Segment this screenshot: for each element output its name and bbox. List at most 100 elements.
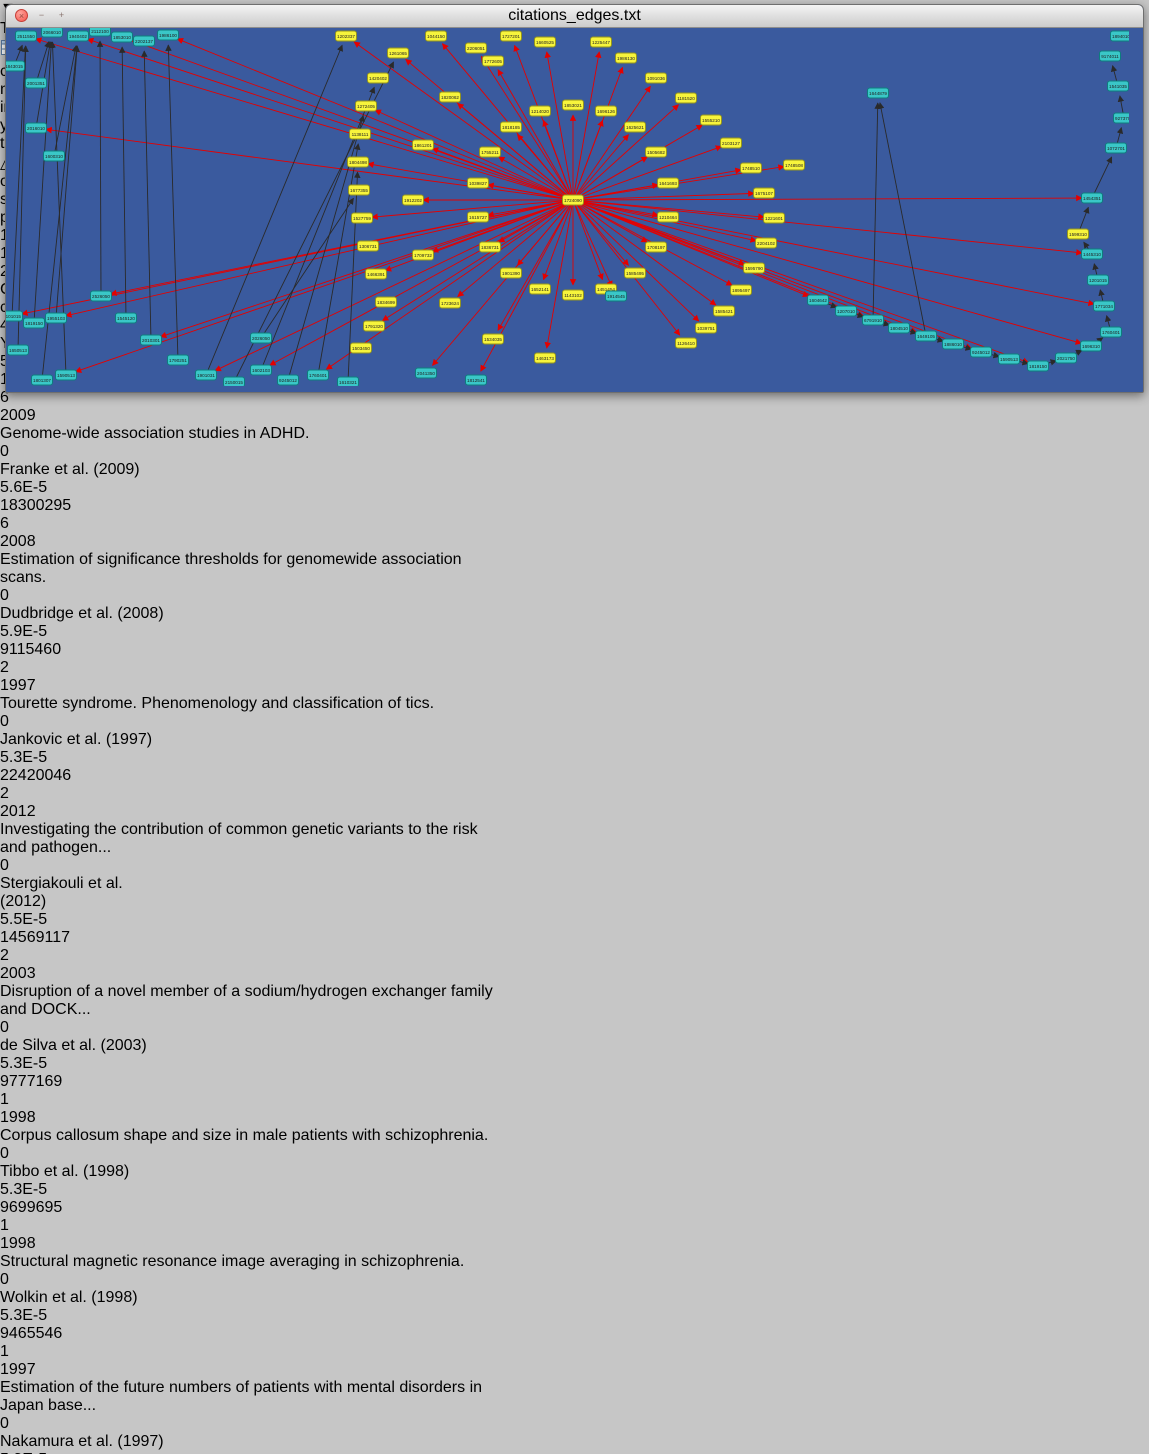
graph-node[interactable]: 1466391 — [366, 269, 387, 279]
graph-node[interactable]: 1604642 — [808, 295, 829, 305]
graph-node[interactable]: 2112100 — [90, 28, 111, 36]
graph-node[interactable]: 2204102 — [756, 238, 777, 248]
graph-node[interactable]: 1771034 — [1094, 301, 1115, 311]
graph-node[interactable]: 1261065 — [388, 48, 409, 58]
graph-node[interactable]: 1181520 — [676, 93, 697, 103]
graph-node[interactable]: 1454351 — [1082, 193, 1103, 203]
graph-node[interactable]: 1126410 — [676, 338, 697, 348]
graph-node[interactable]: 1625621 — [625, 122, 646, 132]
graph-node[interactable]: 1723624 — [440, 298, 461, 308]
graph-node[interactable]: 1912202 — [403, 195, 424, 205]
graph-node[interactable]: 9245012 — [971, 347, 992, 357]
close-window-button[interactable]: × — [15, 9, 28, 22]
graph-node[interactable]: 1760401 — [1101, 327, 1122, 337]
window-titlebar[interactable]: × − + citations_edges.txt — [6, 5, 1143, 28]
graph-node[interactable]: 1724090 — [563, 195, 584, 205]
graph-node[interactable]: 1790251 — [168, 355, 189, 365]
graph-node[interactable]: 1660525 — [535, 37, 556, 47]
graph-node[interactable]: 1696126 — [596, 106, 617, 116]
graph-node[interactable]: 1986130 — [616, 53, 637, 63]
graph-node[interactable]: 1610321 — [338, 377, 359, 386]
graph-node[interactable]: 1894010 — [1111, 31, 1130, 41]
graph-node[interactable]: 1804510 — [889, 323, 910, 333]
graph-node[interactable]: 2026050 — [251, 333, 272, 343]
graph-node[interactable]: 2066010 — [42, 28, 63, 37]
graph-node[interactable]: 2016010 — [26, 123, 47, 133]
graph-node[interactable]: 1138111 — [350, 129, 371, 139]
graph-node[interactable]: 1652141 — [530, 284, 551, 294]
table-row[interactable]: 946554611997Estimation of the future num… — [0, 1325, 1149, 1454]
graph-node[interactable]: 1755211 — [480, 147, 501, 157]
graph-node[interactable]: 1590513 — [999, 354, 1020, 364]
graph-node[interactable]: 1505682 — [646, 147, 667, 157]
graph-node[interactable]: 2202137 — [134, 36, 155, 46]
graph-node[interactable]: 1760401 — [308, 370, 329, 380]
zoom-window-button[interactable]: + — [55, 9, 68, 22]
graph-node[interactable]: 1804498 — [348, 157, 369, 167]
graph-node[interactable]: 2021750 — [1056, 353, 1077, 363]
graph-node[interactable]: 1986100 — [158, 30, 179, 40]
graph-node[interactable]: 1541035 — [1108, 81, 1129, 91]
graph-node[interactable]: 1677355 — [349, 185, 370, 195]
graph-node[interactable]: 1886010 — [943, 339, 964, 349]
graph-node[interactable]: 1545120 — [116, 313, 137, 323]
graph-node[interactable]: 1599310 — [1068, 229, 1089, 239]
network-canvas[interactable]: 1724090185302112140201818185175521110398… — [6, 28, 1143, 391]
graph-node[interactable]: 1044150 — [426, 31, 447, 41]
graph-node[interactable]: 1709732 — [413, 250, 434, 260]
graph-node[interactable]: 1091036 — [646, 73, 667, 83]
graph-node[interactable]: 1463173 — [535, 353, 556, 363]
graph-node[interactable]: 1210464 — [658, 212, 679, 222]
table-row[interactable]: 911546021997Tourette syndrome. Phenomeno… — [0, 641, 1149, 767]
graph-node[interactable]: 1649105 — [916, 331, 937, 341]
graph-node[interactable]: 9245012 — [278, 375, 299, 385]
graph-node[interactable]: 6791910 — [863, 315, 884, 325]
graph-node[interactable]: 1600310 — [44, 151, 65, 161]
graph-node[interactable]: 1555210 — [701, 115, 722, 125]
graph-node[interactable]: 1820062 — [440, 92, 461, 102]
graph-node[interactable]: 1201015 — [1088, 275, 1109, 285]
graph-node[interactable]: 1675107 — [754, 188, 775, 198]
graph-node[interactable]: 9273701 — [1114, 113, 1130, 123]
graph-node[interactable]: 1696310 — [1081, 341, 1102, 351]
graph-node[interactable]: 1650513 — [8, 345, 29, 355]
graph-node[interactable]: 1819150 — [24, 318, 45, 328]
table-row[interactable]: 969969511998Structural magnetic resonanc… — [0, 1199, 1149, 1325]
graph-node[interactable]: 1615727 — [468, 212, 489, 222]
graph-node[interactable]: 1143102 — [563, 290, 584, 300]
graph-node[interactable]: 1748508 — [784, 160, 805, 170]
graph-node[interactable]: 1914545 — [606, 291, 627, 301]
graph-node[interactable]: 1039751 — [696, 323, 717, 333]
graph-node[interactable]: 1708197 — [646, 242, 667, 252]
table-row[interactable]: 1830029562008Estimation of significance … — [0, 497, 1149, 641]
graph-node[interactable]: 1420402 — [368, 73, 389, 83]
graph-node[interactable]: 1214020 — [530, 106, 551, 116]
graph-node[interactable]: 2041350 — [416, 368, 437, 378]
graph-node[interactable]: 1791320 — [364, 321, 385, 331]
graph-node[interactable]: 1207010 — [836, 306, 857, 316]
graph-node[interactable]: 2103127 — [721, 138, 742, 148]
graph-node[interactable]: 2511550 — [16, 31, 37, 41]
graph-node[interactable]: 1812541 — [466, 375, 487, 385]
graph-node[interactable]: 1727201 — [501, 31, 522, 41]
graph-node[interactable]: 1818185 — [501, 122, 522, 132]
graph-node[interactable]: 2526050 — [91, 291, 112, 301]
graph-node[interactable]: 1072701 — [1106, 143, 1127, 153]
graph-node[interactable]: 1590513 — [56, 370, 77, 380]
graph-node[interactable]: 1748510 — [741, 163, 762, 173]
graph-node[interactable]: 1585495 — [625, 268, 646, 278]
graph-node[interactable]: 2001351 — [26, 78, 47, 88]
graph-node[interactable]: 1503450 — [351, 343, 372, 353]
graph-node[interactable]: 1445310 — [1082, 249, 1103, 259]
graph-node[interactable]: 1202337 — [336, 31, 357, 41]
graph-node[interactable]: 1641693 — [658, 178, 679, 188]
graph-node[interactable]: 1843015 — [6, 61, 25, 71]
graph-node[interactable]: 1039827 — [468, 178, 489, 188]
graph-node[interactable]: 1221601 — [764, 213, 785, 223]
graph-node[interactable]: 1819150 — [1028, 361, 1049, 371]
graph-node[interactable]: 1955103 — [46, 313, 67, 323]
graph-node[interactable]: 2101015 — [6, 311, 23, 321]
graph-node[interactable]: 1895497 — [731, 285, 752, 295]
graph-node[interactable]: 1585421 — [714, 306, 735, 316]
graph-node[interactable]: 1901390 — [501, 268, 522, 278]
